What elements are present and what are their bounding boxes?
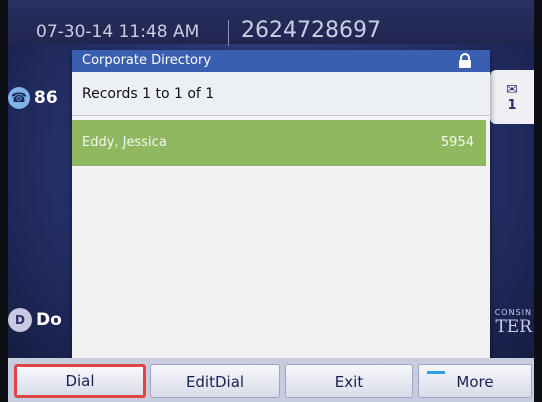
lock-icon [459,53,471,68]
brand-logo: CONSIN TER [495,308,532,337]
line-key[interactable]: ☎ 86 [8,80,68,116]
brand-line2: TER [495,317,532,337]
results-list-area [72,168,490,358]
brand-line1: CONSIN [494,308,532,317]
status-bar: 07-30-14 11:48 AM 2624728697 [8,0,534,46]
line-label: 86 [34,88,58,108]
records-count: Records 1 to 1 of 1 [72,72,490,116]
envelope-icon: ✉ [506,81,518,98]
datetime: 07-30-14 11:48 AM [36,22,200,42]
dial-button[interactable]: Dial [14,364,146,398]
edit-dial-button[interactable]: EditDial [150,364,280,398]
dnd-icon: D [8,308,32,332]
messages-button[interactable]: ✉ 1 [490,70,534,124]
more-label: More [456,373,494,391]
contact-extension: 5954 [440,135,474,150]
directory-result-row[interactable]: Eddy, Jessica 5954 [72,120,486,166]
more-button[interactable]: More [418,364,532,398]
dialog-title-bar: Corporate Directory [72,50,490,72]
dnd-key[interactable]: D Do [8,300,78,340]
contact-name: Eddy, Jessica [82,135,167,150]
message-count: 1 [507,97,517,113]
corporate-directory-dialog: Corporate Directory Records 1 to 1 of 1 … [72,50,490,358]
phone-line-icon: ☎ [8,87,30,109]
divider [228,20,229,46]
phone-number: 2624728697 [241,18,381,43]
dialog-title: Corporate Directory [82,53,212,68]
dnd-label: Do [36,310,62,330]
page-indicator-icon [427,371,445,374]
exit-button[interactable]: Exit [285,364,413,398]
phone-screen: 07-30-14 11:48 AM 2624728697 ☎ 86 D Do ✉… [8,0,534,402]
